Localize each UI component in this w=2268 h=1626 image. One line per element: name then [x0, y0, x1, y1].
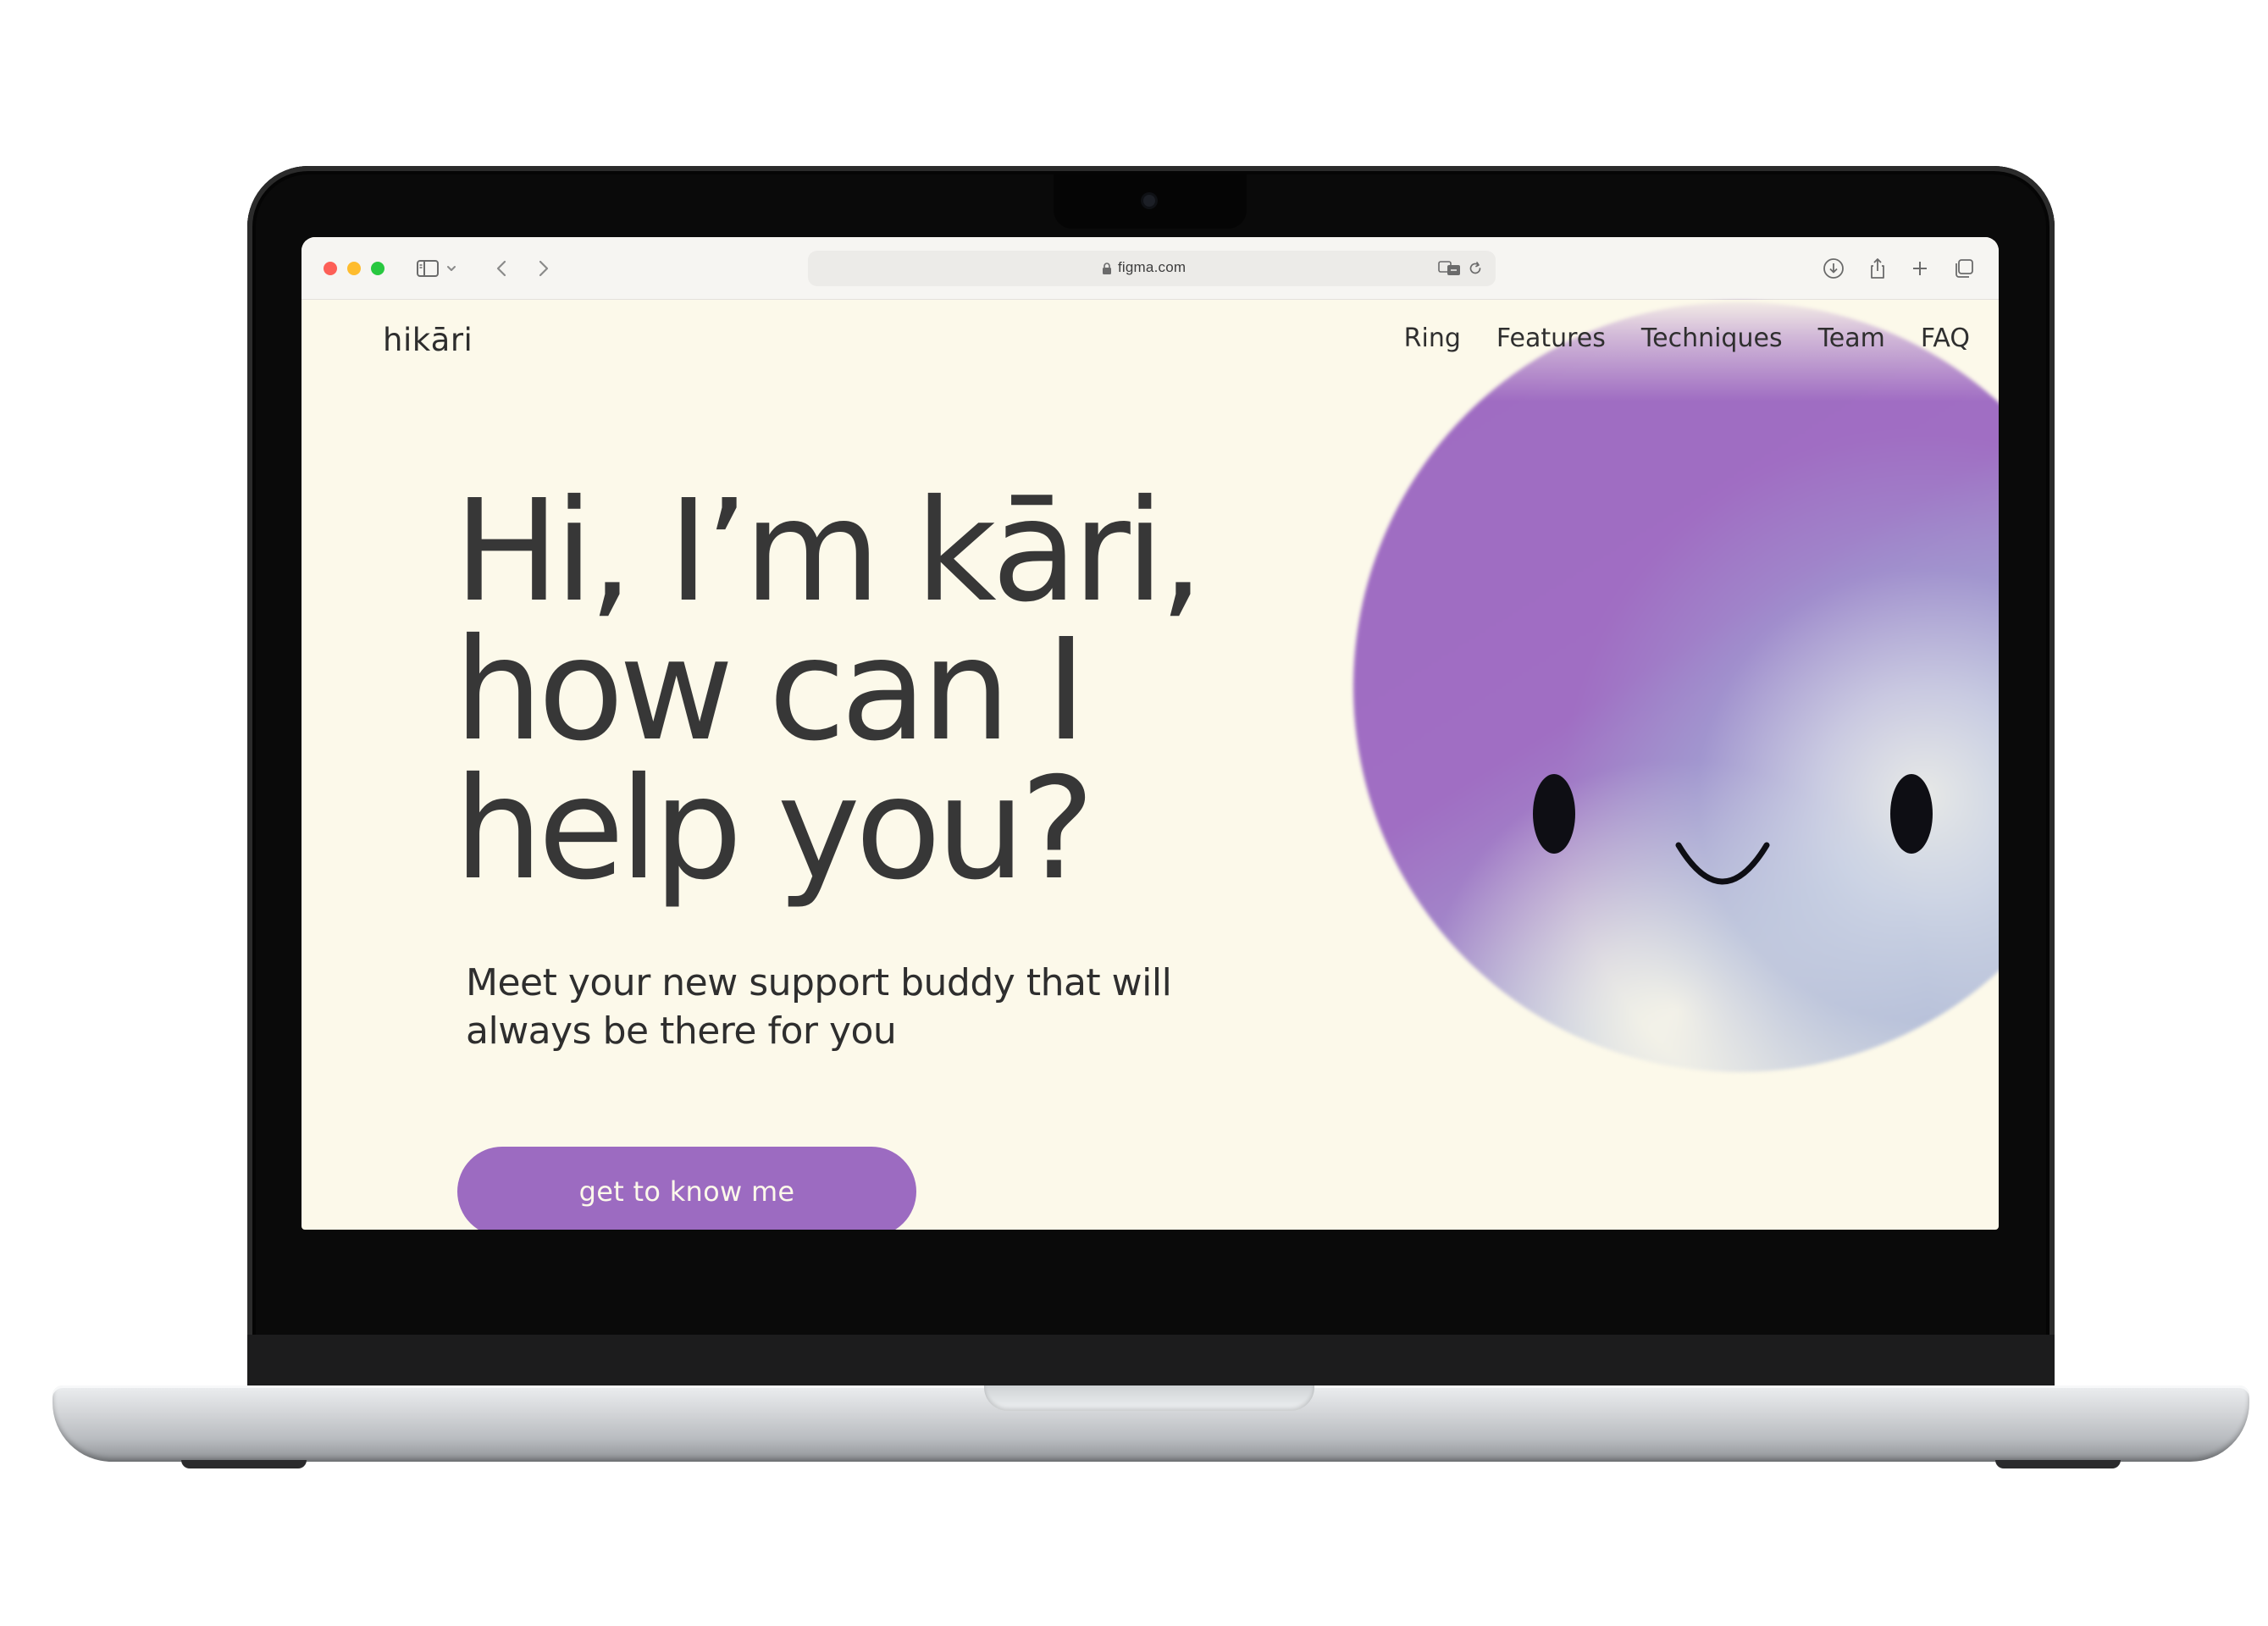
kari-orb-illustration [1353, 301, 1999, 1072]
lock-icon [1101, 262, 1113, 275]
orb-left-eye [1533, 774, 1575, 854]
download-icon[interactable] [1821, 256, 1846, 281]
url-text: figma.com [1118, 259, 1187, 275]
minimize-window-button[interactable] [347, 262, 361, 275]
browser-toolbar: figma.com [301, 237, 1999, 300]
hero-headline-line-2: how can I [454, 609, 1087, 772]
reload-icon[interactable] [1467, 260, 1484, 277]
laptop-opening-groove [984, 1385, 1314, 1411]
camera-icon [1143, 195, 1155, 207]
nav-link-ring[interactable]: Ring [1404, 324, 1461, 353]
fullscreen-window-button[interactable] [371, 262, 384, 275]
hero-subtext: Meet your new support buddy that will al… [466, 961, 1172, 1053]
sidebar-icon[interactable] [415, 256, 440, 281]
web-page: hikāri Ring Features Techniques Team FAQ… [301, 300, 1999, 1230]
nav-link-techniques[interactable]: Techniques [1641, 324, 1783, 353]
site-logo[interactable]: hikāri [383, 322, 473, 358]
nav-link-faq[interactable]: FAQ [1921, 324, 1970, 353]
hero-headline-line-1: Hi, I’m kāri, [454, 470, 1204, 633]
share-icon[interactable] [1865, 256, 1890, 281]
address-bar[interactable]: figma.com [808, 251, 1496, 286]
laptop-foot-left [181, 1460, 307, 1468]
site-navbar: hikāri Ring Features Techniques Team FAQ [301, 300, 1999, 393]
back-icon[interactable] [490, 256, 515, 281]
laptop-chin [247, 1335, 2055, 1392]
orb-right-eye [1890, 774, 1933, 854]
forward-icon[interactable] [530, 256, 556, 281]
hero-headline-line-3: help you? [454, 748, 1095, 911]
orb-smile [1673, 840, 1772, 891]
get-to-know-me-button[interactable]: get to know me [457, 1147, 916, 1230]
chevron-down-icon[interactable] [444, 256, 459, 281]
nav-link-team[interactable]: Team [1818, 324, 1885, 353]
laptop-foot-right [1995, 1460, 2121, 1468]
hero-headline: Hi, I’m kāri, how can I help you? [454, 470, 1284, 911]
nav-link-features[interactable]: Features [1496, 324, 1606, 353]
new-tab-icon[interactable] [1907, 256, 1933, 281]
nav-links: Ring Features Techniques Team FAQ [1404, 324, 1970, 353]
translate-icon[interactable] [1438, 260, 1462, 277]
close-window-button[interactable] [324, 262, 337, 275]
laptop-screen: figma.com hikāri Ring Features Technique… [301, 237, 1999, 1230]
tabs-overview-icon[interactable] [1951, 256, 1977, 281]
